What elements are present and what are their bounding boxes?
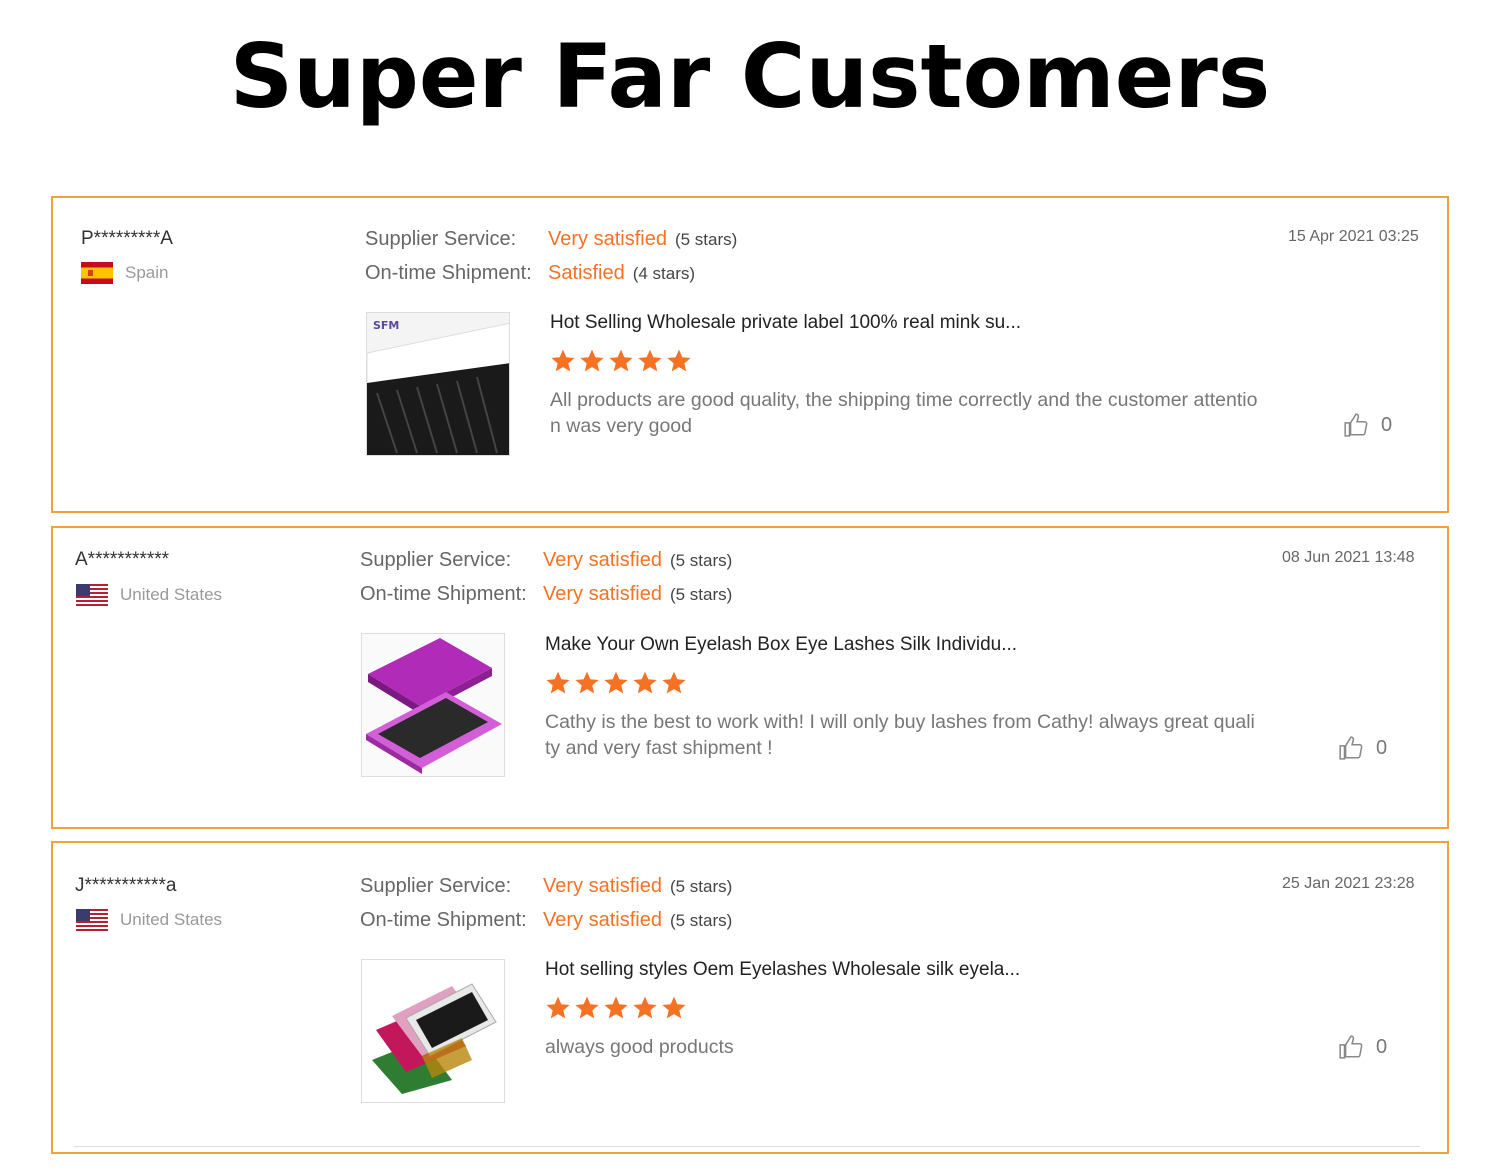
supplier-service-label: Supplier Service: — [360, 875, 512, 897]
star-icon — [546, 996, 570, 1019]
supplier-rating: Very satisfied (5 stars) — [543, 549, 732, 572]
on-time-shipment-label: On-time Shipment: — [360, 583, 527, 605]
star-icon — [546, 671, 570, 694]
shipment-rating: Very satisfied (5 stars) — [543, 583, 732, 606]
review-text: All products are good quality, the shipp… — [550, 389, 1258, 437]
brand-logo-text: SFM — [373, 319, 399, 332]
review-card: P*********A Spain Supplier Service: On-t… — [51, 196, 1449, 513]
supplier-rating-stars: (5 stars) — [669, 551, 733, 570]
country-label: Spain — [125, 263, 169, 282]
star-icon — [638, 349, 662, 372]
star-icon — [575, 996, 599, 1019]
shipment-rating-stars: (5 stars) — [669, 585, 733, 604]
supplier-rating-text: Very satisfied — [543, 875, 662, 897]
page-title: Super Far Customers — [229, 25, 1271, 128]
supplier-rating-text: Very satisfied — [543, 549, 662, 571]
country-label: United States — [120, 585, 223, 604]
divider — [74, 1146, 1420, 1147]
supplier-service-label: Supplier Service: — [365, 228, 517, 250]
star-icon — [580, 349, 604, 372]
product-thumbnail[interactable] — [361, 633, 505, 777]
review-text: always good products — [545, 1036, 734, 1058]
reviewer-name: A*********** — [75, 549, 170, 570]
review-card: A*********** United States Supplier Serv… — [51, 526, 1449, 829]
star-icon — [575, 671, 599, 694]
product-title[interactable]: Make Your Own Eyelash Box Eye Lashes Sil… — [545, 634, 1017, 656]
product-title[interactable]: Hot selling styles Oem Eyelashes Wholesa… — [545, 959, 1020, 981]
on-time-shipment-label: On-time Shipment: — [365, 262, 532, 284]
star-icon — [662, 996, 686, 1019]
like-button[interactable]: 0 — [1343, 412, 1392, 438]
product-star-rating — [550, 348, 692, 374]
review-date: 15 Apr 2021 03:25 — [1288, 228, 1419, 245]
supplier-rating-stars: (5 stars) — [674, 230, 738, 249]
shipment-rating-text: Very satisfied — [543, 583, 662, 605]
star-icon — [633, 671, 657, 694]
product-star-rating — [545, 670, 687, 696]
thumbs-up-icon — [1339, 1035, 1363, 1059]
supplier-rating-stars: (5 stars) — [669, 877, 733, 896]
supplier-rating-text: Very satisfied — [548, 228, 667, 250]
review-text: Cathy is the best to work with! I will o… — [545, 711, 1255, 759]
supplier-rating: Very satisfied (5 stars) — [543, 875, 732, 898]
like-count: 0 — [1381, 413, 1393, 436]
reviewer-country: United States — [76, 584, 222, 606]
product-thumbnail[interactable] — [361, 959, 505, 1103]
product-title[interactable]: Hot Selling Wholesale private label 100%… — [550, 312, 1021, 334]
review-card: J***********a United States Supplier Ser… — [51, 841, 1449, 1154]
like-button[interactable]: 0 — [1338, 735, 1387, 761]
review-date: 25 Jan 2021 23:28 — [1282, 875, 1415, 892]
reviewer-name: J***********a — [75, 875, 177, 896]
shipment-rating-text: Satisfied — [548, 262, 625, 284]
like-count: 0 — [1376, 736, 1388, 759]
supplier-rating: Very satisfied (5 stars) — [548, 228, 737, 251]
shipment-rating-stars: (4 stars) — [632, 264, 696, 283]
star-icon — [667, 349, 691, 372]
star-icon — [604, 996, 628, 1019]
country-label: United States — [120, 910, 223, 929]
product-thumbnail[interactable]: SFM — [366, 312, 510, 456]
star-icon — [609, 349, 633, 372]
star-icon — [662, 671, 686, 694]
lash-cards-image — [362, 960, 504, 1102]
us-flag-icon — [76, 909, 108, 931]
on-time-shipment-label: On-time Shipment: — [360, 909, 527, 931]
shipment-rating-text: Very satisfied — [543, 909, 662, 931]
reviewer-country: United States — [76, 909, 222, 931]
supplier-service-label: Supplier Service: — [360, 549, 512, 571]
shipment-rating-stars: (5 stars) — [669, 911, 733, 930]
star-icon — [551, 349, 575, 372]
star-icon — [604, 671, 628, 694]
lash-box-image — [362, 634, 504, 776]
us-flag-icon — [76, 584, 108, 606]
thumbs-up-icon — [1344, 413, 1368, 437]
lash-tray-image: SFM — [367, 313, 509, 455]
product-star-rating — [545, 995, 687, 1021]
shipment-rating: Very satisfied (5 stars) — [543, 909, 732, 932]
star-icon — [633, 996, 657, 1019]
shipment-rating: Satisfied (4 stars) — [548, 262, 695, 285]
like-button[interactable]: 0 — [1338, 1034, 1387, 1060]
reviewer-name: P*********A — [81, 228, 173, 249]
thumbs-up-icon — [1339, 736, 1363, 760]
reviewer-country: Spain — [81, 262, 168, 284]
like-count: 0 — [1376, 1035, 1388, 1058]
review-date: 08 Jun 2021 13:48 — [1282, 549, 1415, 566]
spain-flag-icon — [81, 262, 113, 284]
